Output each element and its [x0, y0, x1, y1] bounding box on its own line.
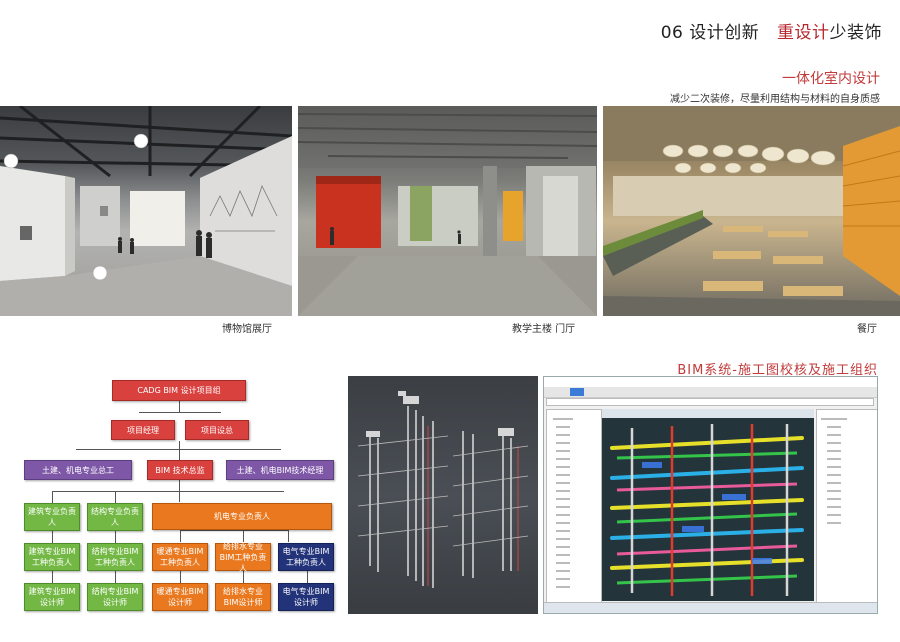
sw-tab-2	[570, 388, 584, 396]
sw-properties-panel	[816, 409, 877, 603]
title-part2: 少装饰	[829, 23, 882, 43]
org-struct-designer: 结构专业BIM设计师	[87, 583, 143, 611]
section-number: 06	[660, 23, 684, 43]
org-project-director: 项目设总	[185, 420, 249, 440]
caption-lobby: 教学主楼 门厅	[512, 324, 576, 335]
org-arch-bim-lead: 建筑专业BIM工种负责人	[24, 543, 80, 571]
org-civil-chief: 土建、机电专业总工	[24, 460, 132, 480]
org-arch-lead: 建筑专业负责人	[24, 503, 80, 531]
sw-ribbon-tabs	[544, 387, 877, 398]
bim-3d-model-image	[348, 376, 538, 614]
title-accent: 重设计	[777, 23, 830, 43]
sw-address-bar	[546, 398, 874, 406]
org-mep-lead: 机电专业负责人	[152, 503, 332, 530]
org-project-manager: 项目经理	[111, 420, 175, 440]
org-hvac-designer: 暖通专业BIM设计师	[152, 583, 208, 611]
section-title-interior: 一体化室内设计	[782, 71, 880, 87]
sw-statusbar	[544, 602, 877, 613]
org-plumbing-designer: 给排水专业BIM设计师	[215, 583, 271, 611]
org-chart: CADG BIM 设计项目组 项目经理 项目设总 土建、机电专业总工 BIM 技…	[0, 0, 345, 642]
org-hvac-bim-lead: 暖通专业BIM工种负责人	[152, 543, 208, 571]
org-struct-bim-lead: 结构专业BIM工种负责人	[87, 543, 143, 571]
bim-software-window	[543, 376, 878, 614]
sw-tab-1	[546, 388, 552, 396]
org-struct-lead: 结构专业负责人	[87, 503, 143, 531]
sw-3d-viewport	[602, 409, 814, 601]
org-bim-manager: 土建、机电BIM技术经理	[226, 460, 334, 480]
org-plumbing-bim-lead: 给排水专业BIM工种负责人	[215, 542, 271, 573]
canteen-photo	[603, 106, 900, 316]
org-root: CADG BIM 设计项目组	[112, 380, 246, 401]
org-electrical-bim-lead: 电气专业BIM工种负责人	[278, 543, 334, 571]
org-bim-director: BIM 技术总监	[147, 460, 213, 480]
title-part1: 设计创新	[689, 23, 760, 43]
page-title: 06 设计创新 重设计少装饰	[661, 18, 882, 43]
org-arch-designer: 建筑专业BIM设计师	[24, 583, 80, 611]
section-subtitle-interior: 减少二次装修，尽量利用结构与材料的自身质感	[670, 94, 880, 105]
caption-canteen: 餐厅	[857, 324, 877, 335]
org-electrical-designer: 电气专业BIM设计师	[278, 583, 334, 611]
sw-tree-panel	[546, 409, 602, 603]
